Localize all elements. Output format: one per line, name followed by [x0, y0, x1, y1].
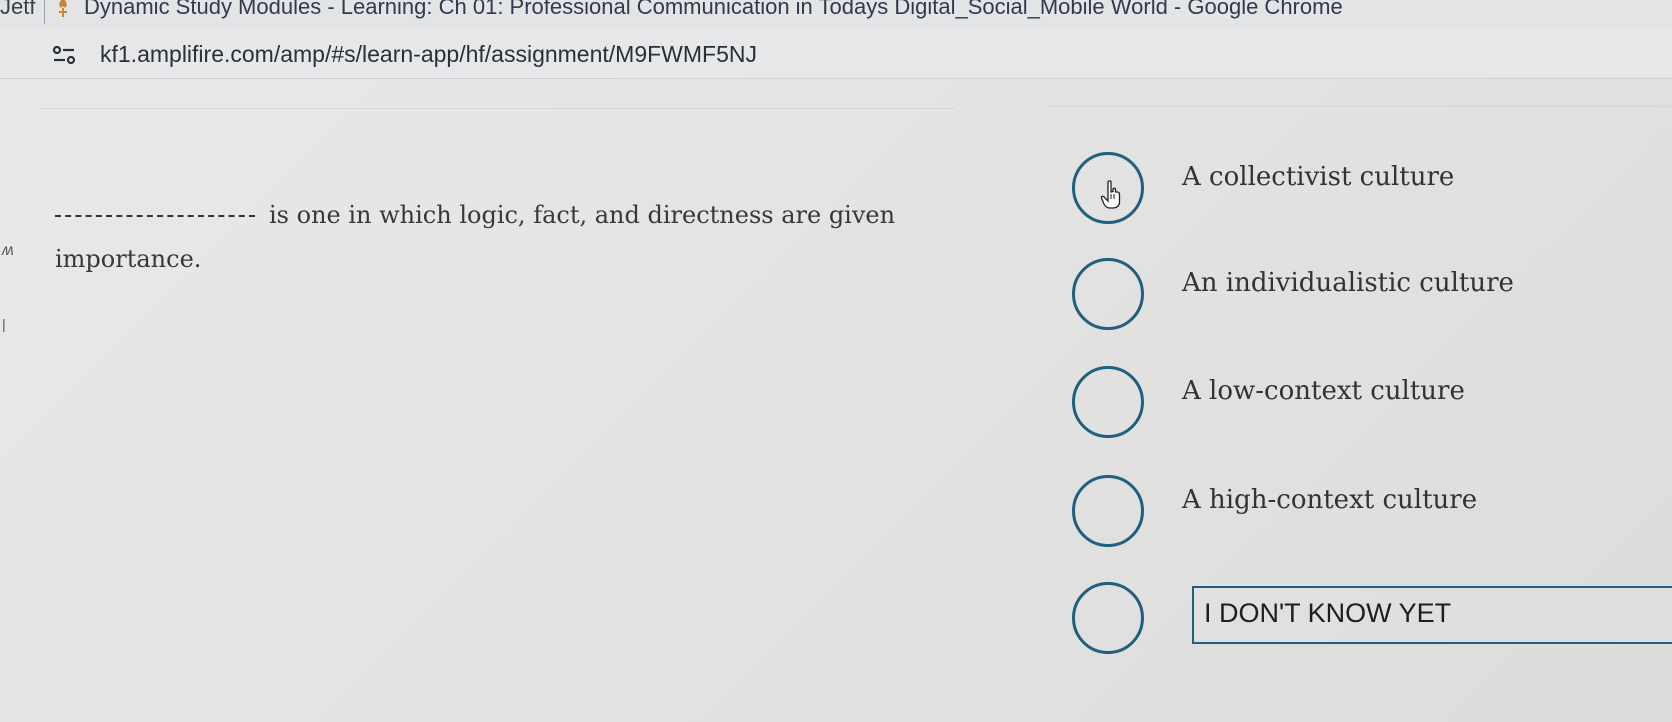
previous-tab-title[interactable]: Jetf	[0, 0, 35, 20]
option-label: A low-context culture	[1182, 376, 1465, 406]
edge-artifact: ʍ	[2, 242, 14, 259]
answer-blank	[55, 215, 255, 217]
option-label: An individualistic culture	[1182, 268, 1514, 298]
screen: Jetf Dynamic Study Modules - Learning: C…	[0, 0, 1672, 722]
divider	[40, 108, 955, 109]
url-text[interactable]: kf1.amplifire.com/amp/#s/learn-app/hf/as…	[100, 41, 757, 68]
option-individualistic[interactable]: An individualistic culture	[1072, 258, 1672, 338]
option-label: A high-context culture	[1182, 485, 1478, 515]
radio-button[interactable]	[1072, 366, 1144, 438]
option-dont-know[interactable]	[1072, 582, 1182, 662]
radio-button[interactable]	[1072, 475, 1144, 547]
edge-artifact: |	[2, 316, 6, 332]
hand-pointer-icon	[1100, 180, 1121, 209]
option-collectivist[interactable]: A collectivist culture	[1072, 152, 1672, 232]
tab-divider	[44, 0, 45, 24]
divider	[1045, 106, 1672, 107]
amplifire-flame-icon	[59, 0, 67, 17]
question-prompt: is one in which logic, fact, and directn…	[55, 193, 915, 281]
radio-button[interactable]	[1072, 582, 1144, 654]
option-high-context[interactable]: A high-context culture	[1072, 475, 1672, 555]
window-title: Dynamic Study Modules - Learning: Ch 01:…	[84, 0, 1343, 19]
address-bar[interactable]: kf1.amplifire.com/amp/#s/learn-app/hf/as…	[0, 30, 1672, 79]
dont-know-label: I DON'T KNOW YET	[1204, 598, 1452, 628]
option-low-context[interactable]: A low-context culture	[1072, 366, 1672, 446]
option-label: A collectivist culture	[1182, 162, 1455, 192]
question-text: is one in which logic, fact, and directn…	[55, 201, 896, 273]
radio-button[interactable]	[1072, 258, 1144, 330]
dont-know-button[interactable]: I DON'T KNOW YET	[1192, 586, 1672, 644]
tune-icon[interactable]	[52, 45, 76, 65]
browser-title-bar: Jetf Dynamic Study Modules - Learning: C…	[0, 0, 1672, 30]
